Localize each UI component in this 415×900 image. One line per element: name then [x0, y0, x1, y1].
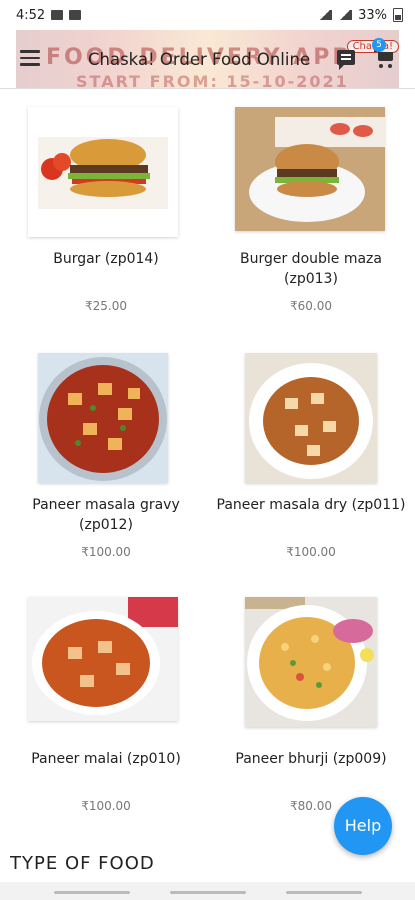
product-name: Burger double maza (zp013): [239, 251, 382, 287]
nav-back-button[interactable]: [286, 891, 362, 894]
chat-icon[interactable]: [337, 50, 355, 70]
product-name: Burgar (zp014): [53, 251, 159, 267]
section-title: TYPE OF FOOD: [10, 853, 155, 873]
product-name: Paneer masala dry (zp011): [216, 497, 406, 513]
app-bar: FOOD DELIVERY APP START FROM: 15-10-2021…: [16, 30, 399, 91]
product-price: ₹100.00: [81, 799, 131, 813]
hamburger-menu-icon[interactable]: [20, 50, 40, 66]
battery-percent: 33%: [358, 7, 387, 23]
product-name: Paneer masala gravy (zp012): [32, 497, 180, 533]
product-image[interactable]: [245, 353, 377, 483]
product-image[interactable]: [245, 597, 377, 727]
product-price: ₹25.00: [85, 299, 127, 313]
help-button[interactable]: Help: [334, 797, 392, 855]
status-time: 4:52: [16, 7, 46, 23]
cart-count-badge: 5: [372, 38, 386, 52]
battery-icon: [393, 8, 403, 22]
status-bar: 4:52 33%: [0, 0, 415, 30]
wifi-signal-icon: [318, 10, 333, 20]
product-image[interactable]: [28, 597, 178, 721]
facebook-notification-icon: [69, 10, 82, 20]
product-image[interactable]: [235, 107, 385, 231]
product-price: ₹100.00: [286, 545, 336, 559]
system-navigation-bar: [0, 882, 415, 900]
cell-signal-icon: [338, 10, 353, 20]
nav-home-button[interactable]: [170, 891, 246, 894]
product-image[interactable]: [28, 107, 178, 237]
nav-recents-button[interactable]: [54, 891, 130, 894]
app-title: Chaska! Order Food Online: [88, 50, 311, 69]
product-name: Paneer malai (zp010): [31, 751, 181, 767]
product-price: ₹60.00: [290, 299, 332, 313]
product-image[interactable]: [38, 353, 168, 483]
app-bar-divider: [0, 88, 415, 89]
product-price: ₹100.00: [81, 545, 131, 559]
product-name: Paneer bhurji (zp009): [235, 751, 387, 767]
gallery-notification-icon: [51, 10, 64, 20]
